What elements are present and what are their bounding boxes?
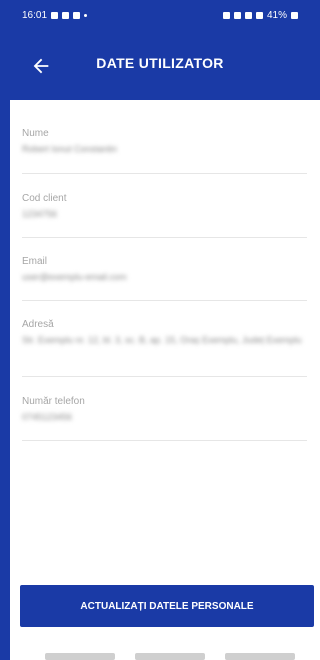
battery-level: 41% [266, 9, 287, 21]
field-address: Adresă Str. Exemplu nr. 12, bl. 3, sc. B… [22, 319, 307, 377]
wifi-icon [244, 11, 252, 19]
field-name: Nume Robert Ionut Constantin [22, 128, 307, 174]
download-icon [62, 11, 70, 19]
mute-icon [233, 11, 241, 19]
nav-back-button[interactable] [45, 653, 115, 660]
field-value: 0745123456 [22, 412, 73, 422]
app-bar: DATE UTILIZATOR [0, 30, 320, 100]
status-time: 16:01 [22, 9, 48, 21]
more-notifications-icon [84, 13, 88, 17]
field-label: Email [22, 256, 48, 267]
field-label: Nume [22, 128, 49, 139]
notification-icon [51, 11, 59, 19]
field-value: user@exemplu-email.com [22, 272, 127, 282]
field-value: Robert Ionut Constantin [22, 144, 118, 154]
alarm-icon [222, 11, 230, 19]
user-details-panel: Nume Robert Ionut Constantin Cod client … [10, 100, 320, 660]
status-bar: 16:01 41% [0, 0, 320, 30]
field-value: Str. Exemplu nr. 12, bl. 3, sc. B, ap. 1… [22, 335, 302, 345]
page-title: DATE UTILIZATOR [96, 55, 224, 71]
battery-icon [291, 11, 298, 19]
app-notification-icon [73, 11, 81, 19]
field-label: Număr telefon [22, 396, 85, 407]
field-client-code: Cod client 1234756 [22, 193, 307, 238]
status-left: 16:01 [22, 9, 88, 21]
field-label: Adresă [22, 319, 54, 330]
nav-home-button[interactable] [135, 653, 205, 660]
signal-icon [255, 11, 263, 19]
field-email: Email user@exemplu-email.com [22, 256, 307, 301]
field-phone: Număr telefon 0745123456 [22, 396, 307, 441]
field-value: 1234756 [22, 209, 58, 219]
status-right: 41% [222, 9, 298, 21]
update-personal-data-button[interactable]: ACTUALIZAȚI DATELE PERSONALE [20, 585, 314, 627]
nav-recents-button[interactable] [225, 653, 295, 660]
field-label: Cod client [22, 193, 67, 204]
